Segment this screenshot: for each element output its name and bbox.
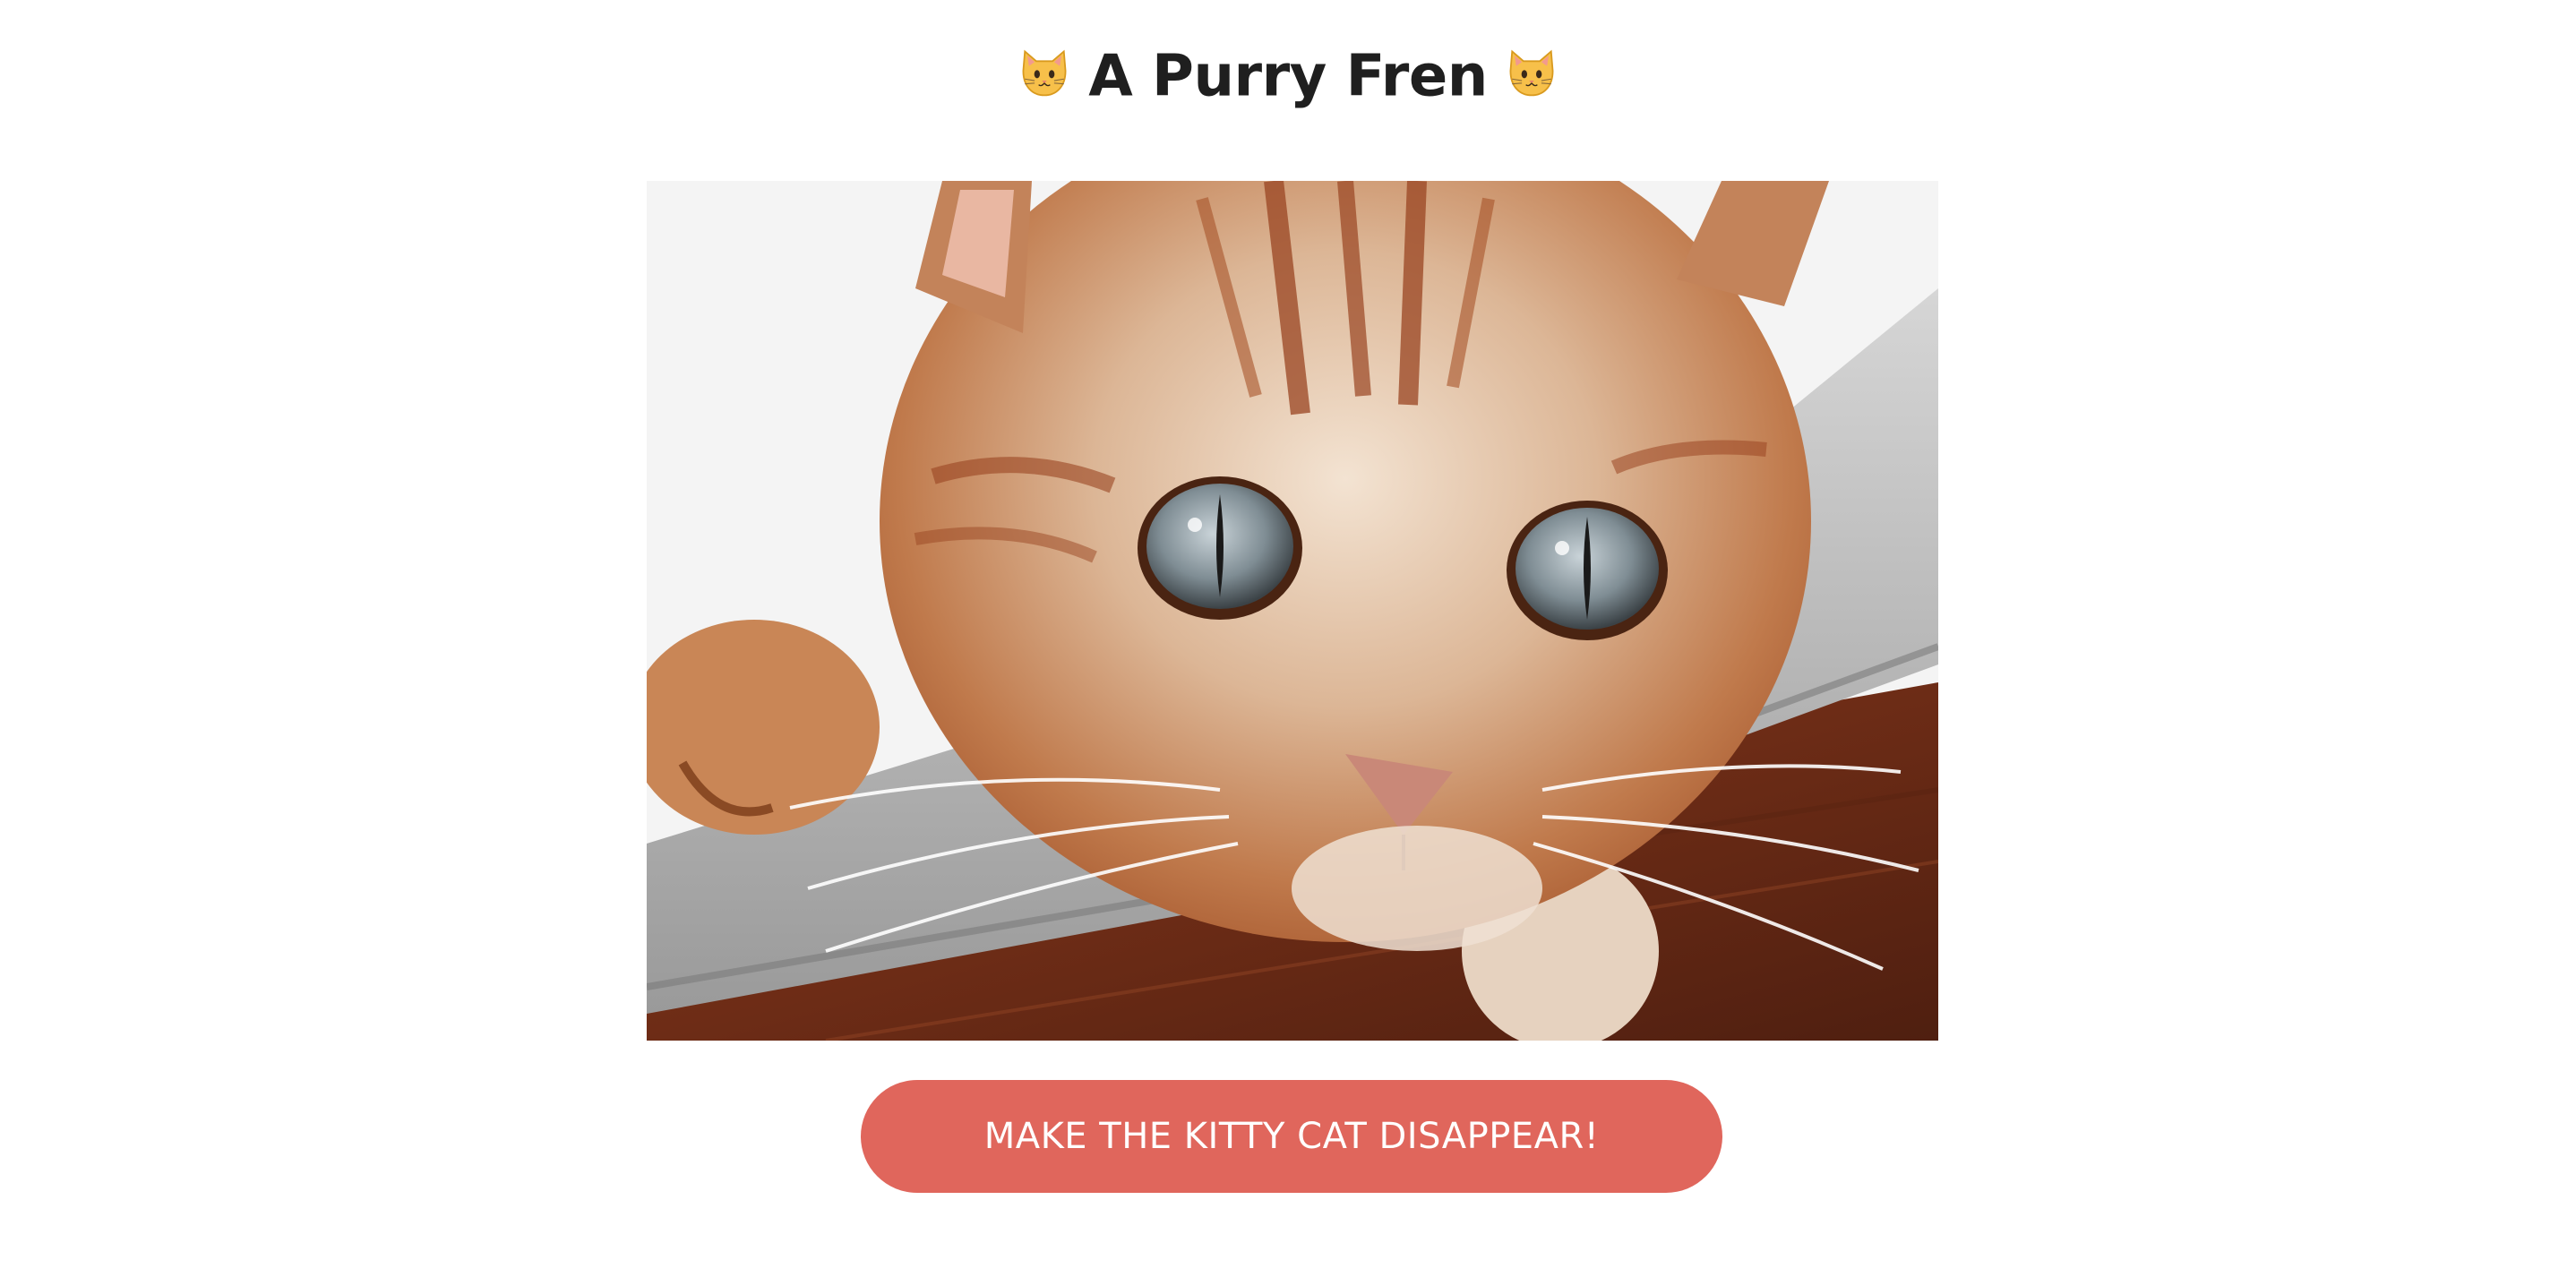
cat-illustration [647, 181, 1938, 1041]
cat-photo [647, 181, 1938, 1041]
cat-face-icon [1022, 50, 1067, 97]
disappear-cat-button[interactable]: MAKE THE KITTY CAT DISAPPEAR! [861, 1080, 1722, 1193]
page: A Purry Fren MAKE THE KITTY CAT DISAPPEA… [0, 0, 2576, 1277]
page-title-text: A Purry Fren [1088, 43, 1488, 110]
page-title: A Purry Fren [0, 34, 2576, 116]
cat-face-icon [1509, 50, 1554, 97]
